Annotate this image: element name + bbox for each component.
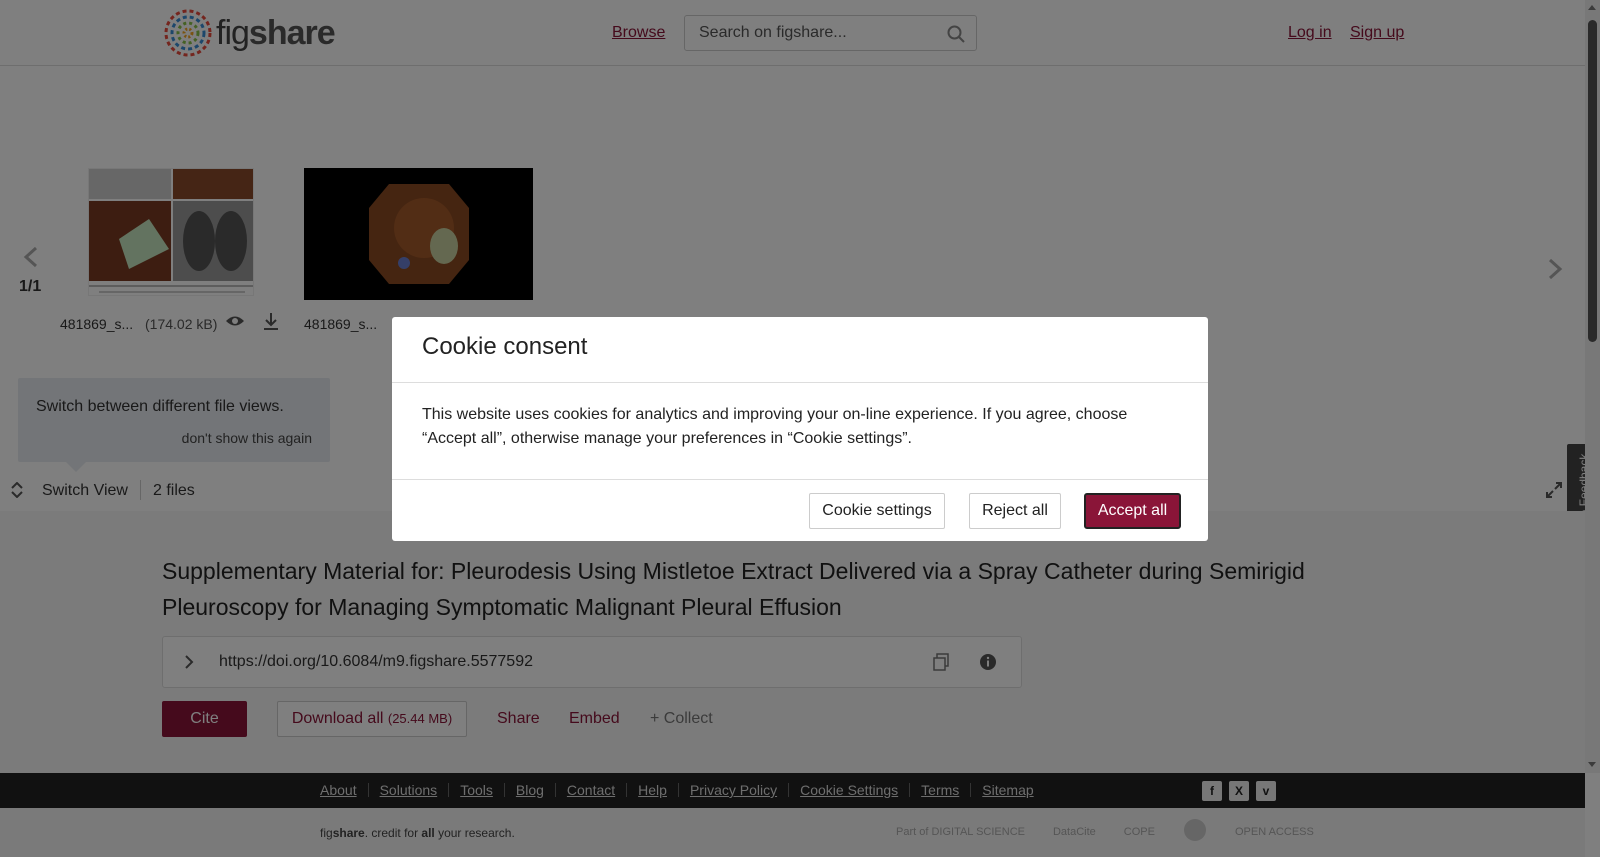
modal-body-text: This website uses cookies for analytics … <box>422 406 1128 447</box>
modal-header: Cookie consent <box>392 317 1208 383</box>
modal-title: Cookie consent <box>422 333 588 360</box>
cookie-settings-button[interactable]: Cookie settings <box>809 493 945 529</box>
modal-footer: Cookie settings Reject all Accept all <box>392 479 1208 541</box>
accept-all-button[interactable]: Accept all <box>1084 493 1181 529</box>
reject-all-button[interactable]: Reject all <box>969 493 1061 529</box>
cookie-consent-dialog: Cookie consent This website uses cookies… <box>392 317 1208 541</box>
